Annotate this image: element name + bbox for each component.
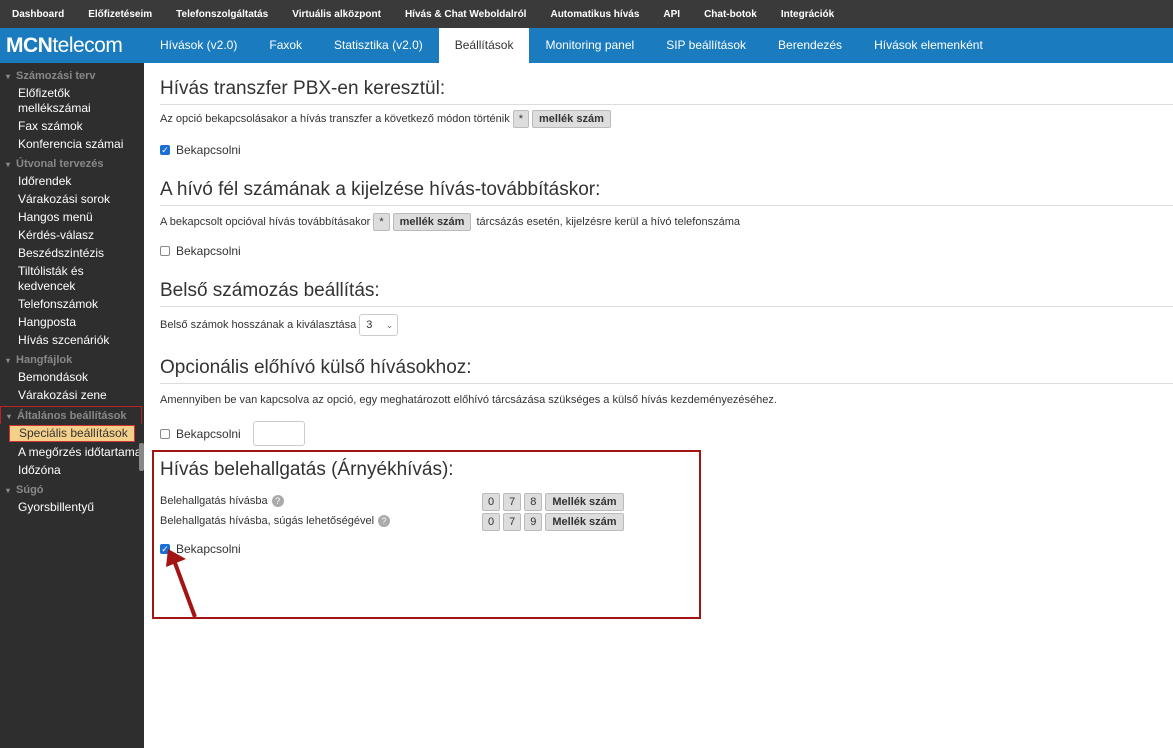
topnav-item[interactable]: Előfizetéseim	[88, 9, 152, 20]
tab-3[interactable]: Beállítások	[438, 28, 530, 63]
extension-number-button: mellék szám	[532, 110, 611, 128]
logo[interactable]: MCN telecom	[0, 28, 144, 63]
prefix-description: Amennyiben be van kapcsolva az opció, eg…	[160, 394, 777, 406]
caller-id-enable-checkbox[interactable]	[160, 246, 170, 256]
chevron-down-icon: ⌄	[385, 319, 394, 330]
sidebar-section[interactable]: ▾ Hangfájlok	[0, 351, 144, 369]
sidebar-section-title: Általános beállítások	[17, 410, 127, 422]
sidebar-item[interactable]: Beszédszintézis	[0, 246, 144, 261]
topnav-item[interactable]: Integrációk	[781, 9, 834, 20]
chevron-down-icon: ▾	[6, 356, 11, 365]
logo-rest: telecom	[52, 33, 123, 57]
sidebar-item[interactable]: Előfizetők mellékszámai	[0, 86, 144, 116]
sidebar: ▾ Számozási terv Előfizetők mellékszámai Fa…	[0, 63, 144, 748]
sidebar-section[interactable]: ▾ Számozási terv	[0, 67, 144, 85]
sidebar-item[interactable]: Hangos menü	[0, 210, 144, 225]
star-key: *	[373, 213, 390, 231]
sidebar-section-title: Számozási terv	[16, 70, 96, 82]
number-length-value: 3	[366, 319, 373, 331]
prefix-enable-checkbox[interactable]	[160, 428, 170, 439]
sidebar-section[interactable]: ▾ Útvonal tervezés	[0, 155, 144, 173]
sidebar-item[interactable]: Telefonszámok	[0, 297, 144, 312]
chevron-down-icon: ▾	[6, 160, 11, 169]
section-title-prefix: Opcionális előhívó külső hívásokhoz:	[160, 357, 1173, 384]
sidebar-section-title: Súgó	[16, 484, 44, 496]
caller-id-description-2: tárcsázás esetén, kijelzésre kerül a hív…	[476, 216, 740, 228]
section-title-caller-id: A hívó fél számának a kijelzése hívás-to…	[160, 179, 1173, 206]
sidebar-item[interactable]: Időzóna	[0, 463, 144, 478]
sidebar-item[interactable]: Hangposta	[0, 315, 144, 330]
star-key: *	[512, 110, 530, 128]
sidebar-item[interactable]: Tiltólisták és kedvencek	[0, 264, 144, 294]
chevron-down-icon: ▾	[6, 486, 11, 495]
sidebar-item[interactable]: Speciális beállítások	[9, 425, 135, 442]
tab-7[interactable]: Hívások elemenként	[858, 28, 999, 63]
logo-bold: MCN	[6, 33, 53, 57]
tab-0[interactable]: Hívások (v2.0)	[144, 28, 253, 63]
sidebar-scrollbar[interactable]	[139, 443, 144, 471]
caller-id-description: A bekapcsolt opcióval hívás továbbításak…	[160, 216, 371, 228]
tab-1[interactable]: Faxok	[253, 28, 318, 63]
transfer-description: Az opció bekapcsolásakor a hívás transzf…	[160, 113, 510, 125]
tab-4[interactable]: Monitoring panel	[529, 28, 650, 63]
tab-bar: Hívások (v2.0) Faxok Statisztika (v2.0) Beá…	[144, 28, 999, 63]
sidebar-item[interactable]: Időrendek	[0, 174, 144, 189]
tab-6[interactable]: Berendezés	[762, 28, 858, 63]
topnav-item[interactable]: Dashboard	[12, 9, 64, 20]
sidebar-item[interactable]: Várakozási sorok	[0, 192, 144, 207]
chevron-down-icon: ▾	[6, 72, 11, 81]
sidebar-section[interactable]: ▾ Súgó	[0, 481, 144, 499]
topnav-item[interactable]: Hívás & Chat Weboldalról	[405, 9, 527, 20]
topnav-item[interactable]: Virtuális alközpont	[292, 9, 381, 20]
tab-5[interactable]: SIP beállítások	[650, 28, 762, 63]
sidebar-item[interactable]: Hívás szcenáriók	[0, 333, 144, 348]
sidebar-item[interactable]: Várakozási zene	[0, 388, 144, 403]
sidebar-item[interactable]: Bemondások	[0, 370, 144, 385]
transfer-enable-checkbox[interactable]: ✓	[160, 145, 170, 155]
main-navbar: MCN telecom Hívások (v2.0) Faxok Statisztik…	[0, 28, 1173, 63]
sidebar-item[interactable]: Gyorsbillentyű	[0, 500, 144, 515]
number-length-select[interactable]: 3 ⌄	[359, 314, 399, 336]
sidebar-section[interactable]: ▾ Általános beállítások	[0, 406, 142, 424]
topnav-item[interactable]: Automatikus hívás	[550, 9, 639, 20]
sidebar-item[interactable]: A megőrzés időtartama	[0, 445, 144, 460]
extension-number-button: mellék szám	[392, 213, 472, 231]
sidebar-item[interactable]: Kérdés-válasz	[0, 228, 144, 243]
chevron-down-icon: ▾	[7, 412, 12, 421]
sidebar-item[interactable]: Fax számok	[0, 119, 144, 134]
highlight-annotation-box	[152, 450, 701, 619]
sidebar-section-title: Hangfájlok	[16, 354, 73, 366]
top-navigation: Dashboard Előfizetéseim Telefonszolgáltatá…	[0, 0, 1173, 28]
section-title-internal-numbering: Belső számozás beállítás:	[160, 280, 1173, 307]
prefix-enable-label: Bekapcsolni	[176, 426, 241, 441]
transfer-enable-label: Bekapcsolni	[176, 143, 241, 157]
topnav-item[interactable]: Telefonszolgáltatás	[176, 9, 268, 20]
annotation-arrow-icon	[166, 549, 197, 618]
internal-numbering-description: Belső számok hosszának a kiválasztása	[160, 319, 357, 331]
tab-2[interactable]: Statisztika (v2.0)	[318, 28, 439, 63]
topnav-item[interactable]: API	[663, 9, 680, 20]
caller-id-enable-label: Bekapcsolni	[176, 244, 241, 258]
section-title-transfer: Hívás transzfer PBX-en keresztül:	[160, 78, 1173, 105]
sidebar-item[interactable]: Konferencia számai	[0, 137, 144, 152]
topnav-item[interactable]: Chat-botok	[704, 9, 757, 20]
prefix-input[interactable]	[252, 421, 305, 446]
sidebar-section-title: Útvonal tervezés	[16, 158, 104, 170]
